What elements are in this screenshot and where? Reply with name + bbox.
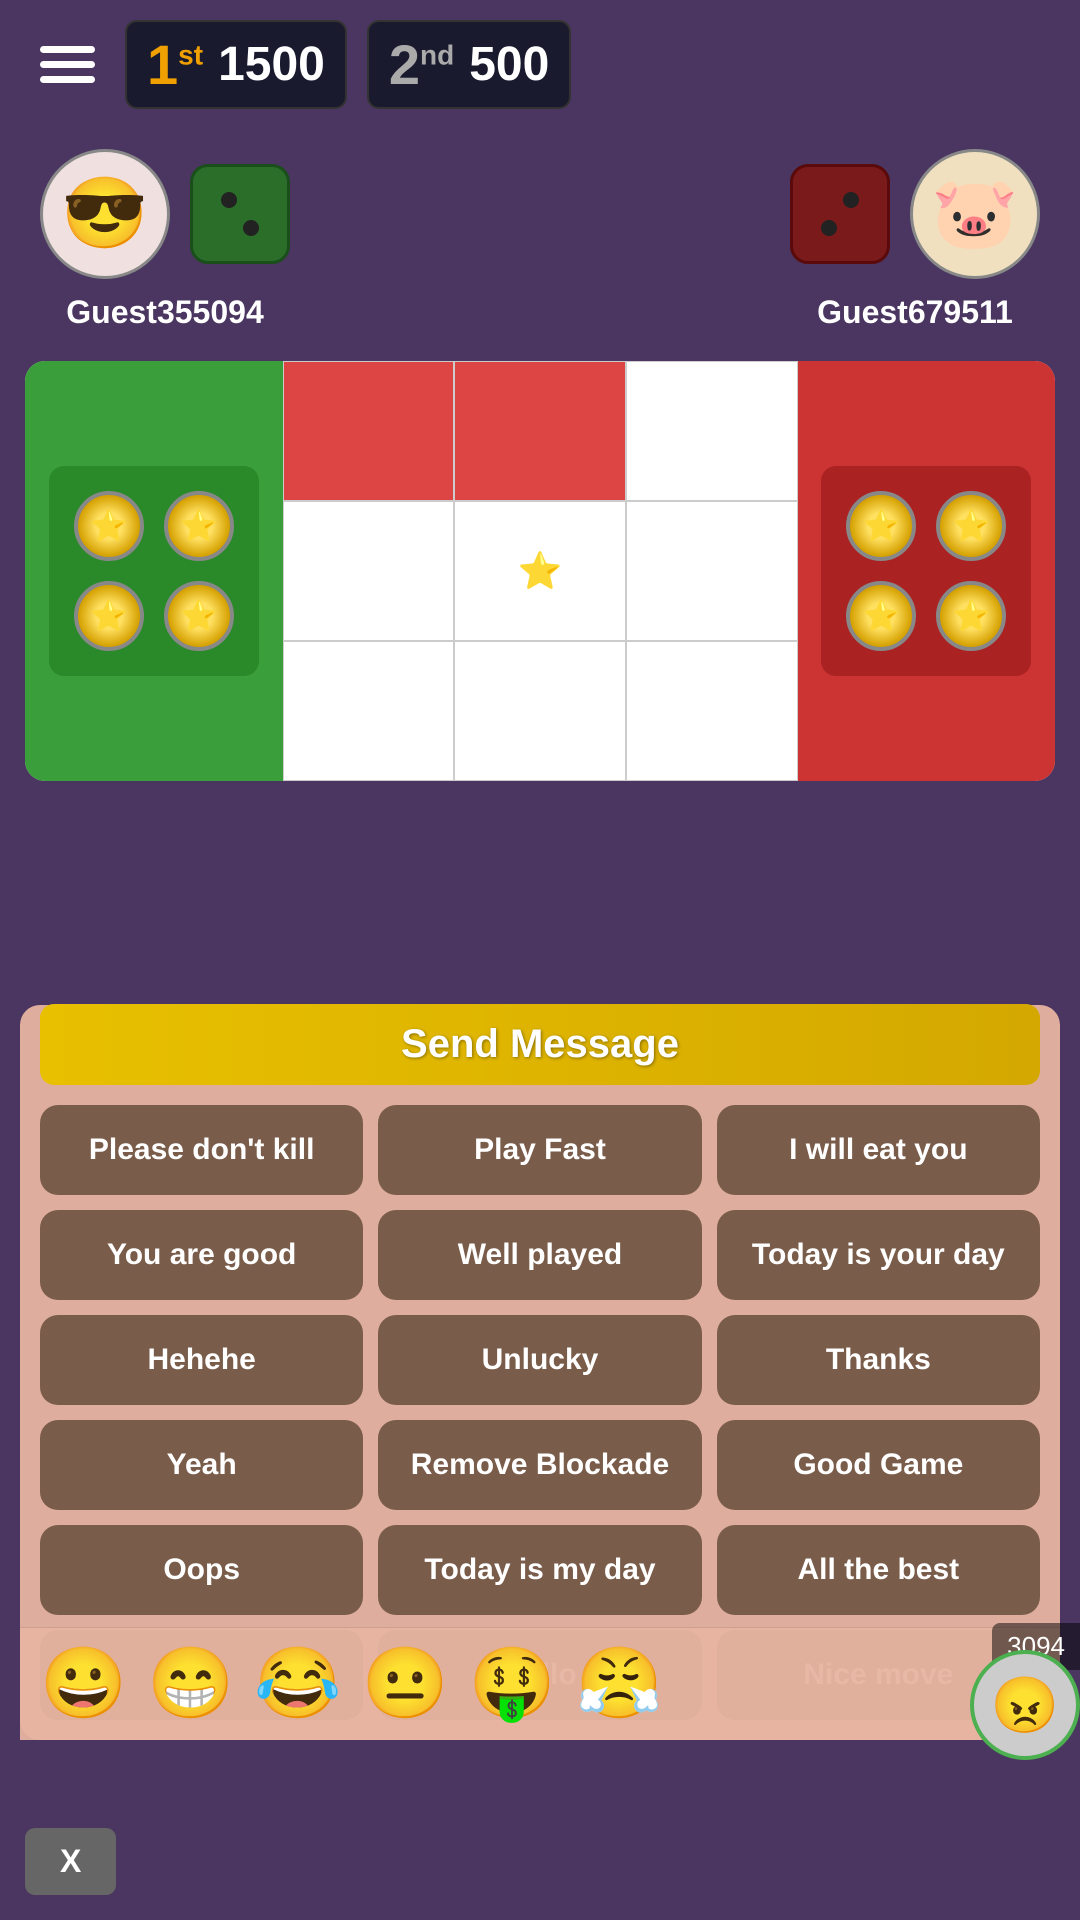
message-button-8[interactable]: Thanks: [717, 1315, 1040, 1405]
message-button-6[interactable]: Hehehe: [40, 1315, 363, 1405]
emoji-5[interactable]: 😤: [576, 1643, 663, 1725]
emoji-3[interactable]: 😐: [362, 1643, 449, 1725]
message-button-13[interactable]: Today is my day: [378, 1525, 701, 1615]
message-button-10[interactable]: Remove Blockade: [378, 1420, 701, 1510]
message-button-9[interactable]: Yeah: [40, 1420, 363, 1510]
rank-1st: 1st: [147, 32, 203, 97]
home-inner-red: ⭐ ⭐ ⭐ ⭐: [821, 466, 1031, 676]
emoji-1[interactable]: 😁: [147, 1643, 234, 1725]
cell-r3c2: [454, 641, 626, 781]
token-green-3[interactable]: ⭐: [74, 581, 144, 651]
token-green-4[interactable]: ⭐: [164, 581, 234, 651]
message-button-2[interactable]: I will eat you: [717, 1105, 1040, 1195]
game-board: ⭐ ⭐ ⭐ ⭐: [25, 361, 1055, 781]
token-green-2[interactable]: ⭐: [164, 491, 234, 561]
top-bar: 1st 1500 2nd 500: [0, 0, 1080, 129]
message-button-12[interactable]: Oops: [40, 1525, 363, 1615]
player-1-info: 😎 Guest355094: [40, 149, 290, 331]
token-red-4[interactable]: ⭐: [936, 581, 1006, 651]
board-center: ⭐: [283, 361, 798, 781]
player-1-avatar-face: 😎: [43, 152, 167, 276]
cell-r3c1: [283, 641, 455, 781]
emoji-4[interactable]: 🤑: [469, 1643, 556, 1725]
close-button[interactable]: X: [25, 1828, 116, 1895]
message-button-5[interactable]: Today is your day: [717, 1210, 1040, 1300]
player-2-info: 🐷 Guest679511: [790, 149, 1040, 331]
player-1-dice-row: 😎: [40, 149, 290, 279]
player-1-dice[interactable]: [190, 164, 290, 264]
player-2-dice-row: 🐷: [790, 149, 1040, 279]
cell-r3c3: [626, 641, 798, 781]
score-box-1st: 1st 1500: [125, 20, 347, 109]
player-2-avatar-face: 🐷: [913, 152, 1037, 276]
cell-r2c1: [283, 501, 455, 641]
score-box-2nd: 2nd 500: [367, 20, 571, 109]
cell-r1c3: [626, 361, 798, 501]
message-button-11[interactable]: Good Game: [717, 1420, 1040, 1510]
player-1-name: Guest355094: [66, 294, 263, 331]
cell-r1c1: [283, 361, 455, 501]
token-red-1[interactable]: ⭐: [846, 491, 916, 561]
player-2-dice[interactable]: [790, 164, 890, 264]
players-row: 😎 Guest355094 🐷 Guest679511: [0, 149, 1080, 331]
cell-r2c2-star: ⭐: [454, 501, 626, 641]
token-red-3[interactable]: ⭐: [846, 581, 916, 651]
token-red-2[interactable]: ⭐: [936, 491, 1006, 561]
menu-button[interactable]: [30, 36, 105, 93]
message-button-4[interactable]: Well played: [378, 1210, 701, 1300]
bottom-right-avatar: 😠: [970, 1650, 1080, 1760]
board-grid: ⭐ ⭐ ⭐ ⭐: [25, 361, 1055, 781]
board-row-2: ⭐: [283, 501, 798, 641]
token-green-1[interactable]: ⭐: [74, 491, 144, 561]
message-panel-title: Send Message: [401, 1022, 679, 1066]
cell-r1c2: [454, 361, 626, 501]
score-1st: 1500: [218, 37, 325, 92]
home-inner-green: ⭐ ⭐ ⭐ ⭐: [49, 466, 259, 676]
emoji-bar: 😀😁😂 😐🤑😤: [20, 1627, 1060, 1740]
message-title-bar: Send Message: [40, 1004, 1040, 1085]
emoji-2[interactable]: 😂: [254, 1643, 341, 1725]
home-green: ⭐ ⭐ ⭐ ⭐: [25, 361, 283, 781]
cell-r2c3: [626, 501, 798, 641]
message-button-3[interactable]: You are good: [40, 1210, 363, 1300]
score-2nd: 500: [469, 37, 549, 92]
board-row-3: [283, 641, 798, 781]
message-button-14[interactable]: All the best: [717, 1525, 1040, 1615]
message-button-1[interactable]: Play Fast: [378, 1105, 701, 1195]
send-message-panel: Send Message Please don't killPlay FastI…: [20, 1005, 1060, 1740]
rank-2nd: 2nd: [389, 32, 454, 97]
message-button-0[interactable]: Please don't kill: [40, 1105, 363, 1195]
player-2-name: Guest679511: [817, 294, 1013, 331]
emoji-0[interactable]: 😀: [40, 1643, 127, 1725]
player-2-avatar: 🐷: [910, 149, 1040, 279]
home-red: ⭐ ⭐ ⭐ ⭐: [798, 361, 1056, 781]
message-button-7[interactable]: Unlucky: [378, 1315, 701, 1405]
board-row-1: [283, 361, 798, 501]
player-1-avatar: 😎: [40, 149, 170, 279]
